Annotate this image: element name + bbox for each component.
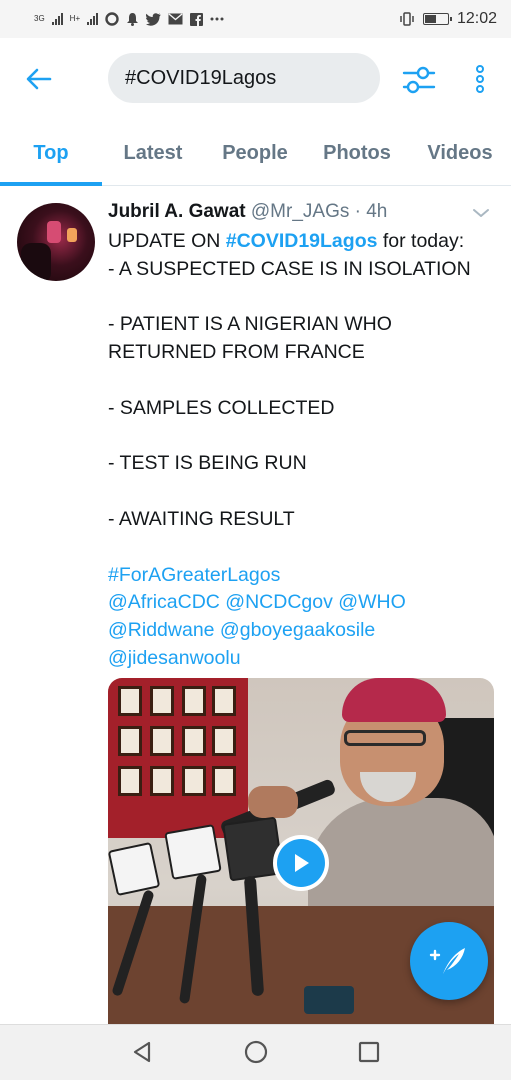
back-arrow-icon — [26, 68, 52, 90]
tab-photos[interactable]: Photos — [310, 120, 404, 186]
speaker-glasses — [344, 730, 426, 746]
tweet-text-segment: for today: — [377, 230, 465, 252]
signal-icon-2 — [87, 13, 99, 25]
tweet-text: UPDATE ON #COVID19Lagos for today: - A S… — [108, 228, 498, 673]
filter-sliders-icon — [402, 66, 436, 94]
notification-bell-icon — [127, 13, 139, 26]
avatar[interactable] — [17, 203, 95, 281]
search-header: #COVID19Lagos — [0, 38, 511, 120]
microphone-flag — [164, 824, 222, 880]
opera-icon — [105, 12, 119, 26]
nav-back-button[interactable] — [127, 1037, 157, 1067]
tab-top[interactable]: Top — [0, 120, 102, 186]
compose-tweet-button[interactable] — [410, 922, 488, 1000]
square-recents-icon — [358, 1041, 380, 1063]
search-filter-button[interactable] — [401, 63, 437, 97]
tweet-line: - A SUSPECTED CASE IS IN ISOLATION — [108, 257, 471, 280]
status-bar: 3G H+ 12:02 — [0, 0, 511, 38]
tweet-line: - PATIENT IS A NIGERIAN WHO — [108, 313, 392, 336]
tweet-header: Jubril A. Gawat @Mr_JAGs · 4h — [108, 201, 387, 223]
microphone-flag — [108, 841, 161, 897]
speaker-hand — [248, 786, 298, 818]
compose-feather-icon — [429, 948, 465, 974]
network-type-1: 3G — [34, 14, 45, 23]
tweet-line: - AWAITING RESULT — [108, 507, 295, 530]
signal-icon — [51, 13, 63, 25]
phone-on-table — [304, 986, 354, 1014]
speaker-cap — [342, 678, 446, 722]
mail-icon — [168, 13, 183, 25]
battery-icon — [422, 13, 452, 25]
tab-people[interactable]: People — [208, 120, 302, 186]
mentions-link[interactable]: @jidesanwoolu — [108, 645, 498, 673]
tab-latest[interactable]: Latest — [106, 120, 200, 186]
facebook-icon — [190, 12, 204, 26]
status-left: 3G H+ — [34, 12, 224, 26]
nav-recents-button[interactable] — [354, 1037, 384, 1067]
hashtag-link[interactable]: #COVID19Lagos — [226, 230, 378, 252]
twitter-icon — [146, 12, 161, 26]
play-icon — [295, 854, 309, 872]
tab-videos[interactable]: Videos — [413, 120, 507, 186]
tweet-line: - TEST IS BEING RUN — [108, 452, 307, 475]
more-dots-icon — [210, 17, 224, 21]
clock: 12:02 — [456, 10, 497, 27]
handle-and-time: @Mr_JAGs · 4h — [250, 201, 388, 222]
tweet-line: RETURNED FROM FRANCE — [108, 341, 365, 364]
nav-home-button[interactable] — [241, 1037, 271, 1067]
play-button[interactable] — [273, 835, 329, 891]
search-input[interactable]: #COVID19Lagos — [108, 53, 380, 103]
mentions-link[interactable]: @AfricaCDC @NCDCgov @WHO — [108, 589, 498, 617]
mentions-link[interactable]: @Riddwane @gboyegaakosile — [108, 617, 498, 645]
overflow-menu-button[interactable] — [466, 61, 494, 97]
display-name[interactable]: Jubril A. Gawat — [108, 201, 246, 222]
tweet[interactable]: Jubril A. Gawat @Mr_JAGs · 4h UPDATE ON … — [0, 186, 511, 1024]
android-navigation-bar — [0, 1024, 511, 1080]
chevron-down-icon[interactable] — [472, 206, 490, 220]
circle-home-icon — [244, 1040, 268, 1064]
tweet-text-segment: UPDATE ON — [108, 230, 226, 252]
dot-icon — [476, 75, 484, 83]
back-button[interactable] — [22, 63, 56, 95]
dot-icon — [476, 85, 484, 93]
hashtag-link[interactable]: #ForAGreaterLagos — [108, 562, 498, 590]
search-tabs: Top Latest People Photos Videos — [0, 120, 511, 186]
vibrate-icon — [400, 12, 414, 26]
dot-icon — [476, 65, 484, 73]
network-type-2: H+ — [69, 14, 81, 23]
tweet-line: - SAMPLES COLLECTED — [108, 396, 335, 419]
status-right: 12:02 — [399, 10, 497, 28]
background-wall — [108, 678, 248, 838]
triangle-back-icon — [133, 1041, 151, 1063]
